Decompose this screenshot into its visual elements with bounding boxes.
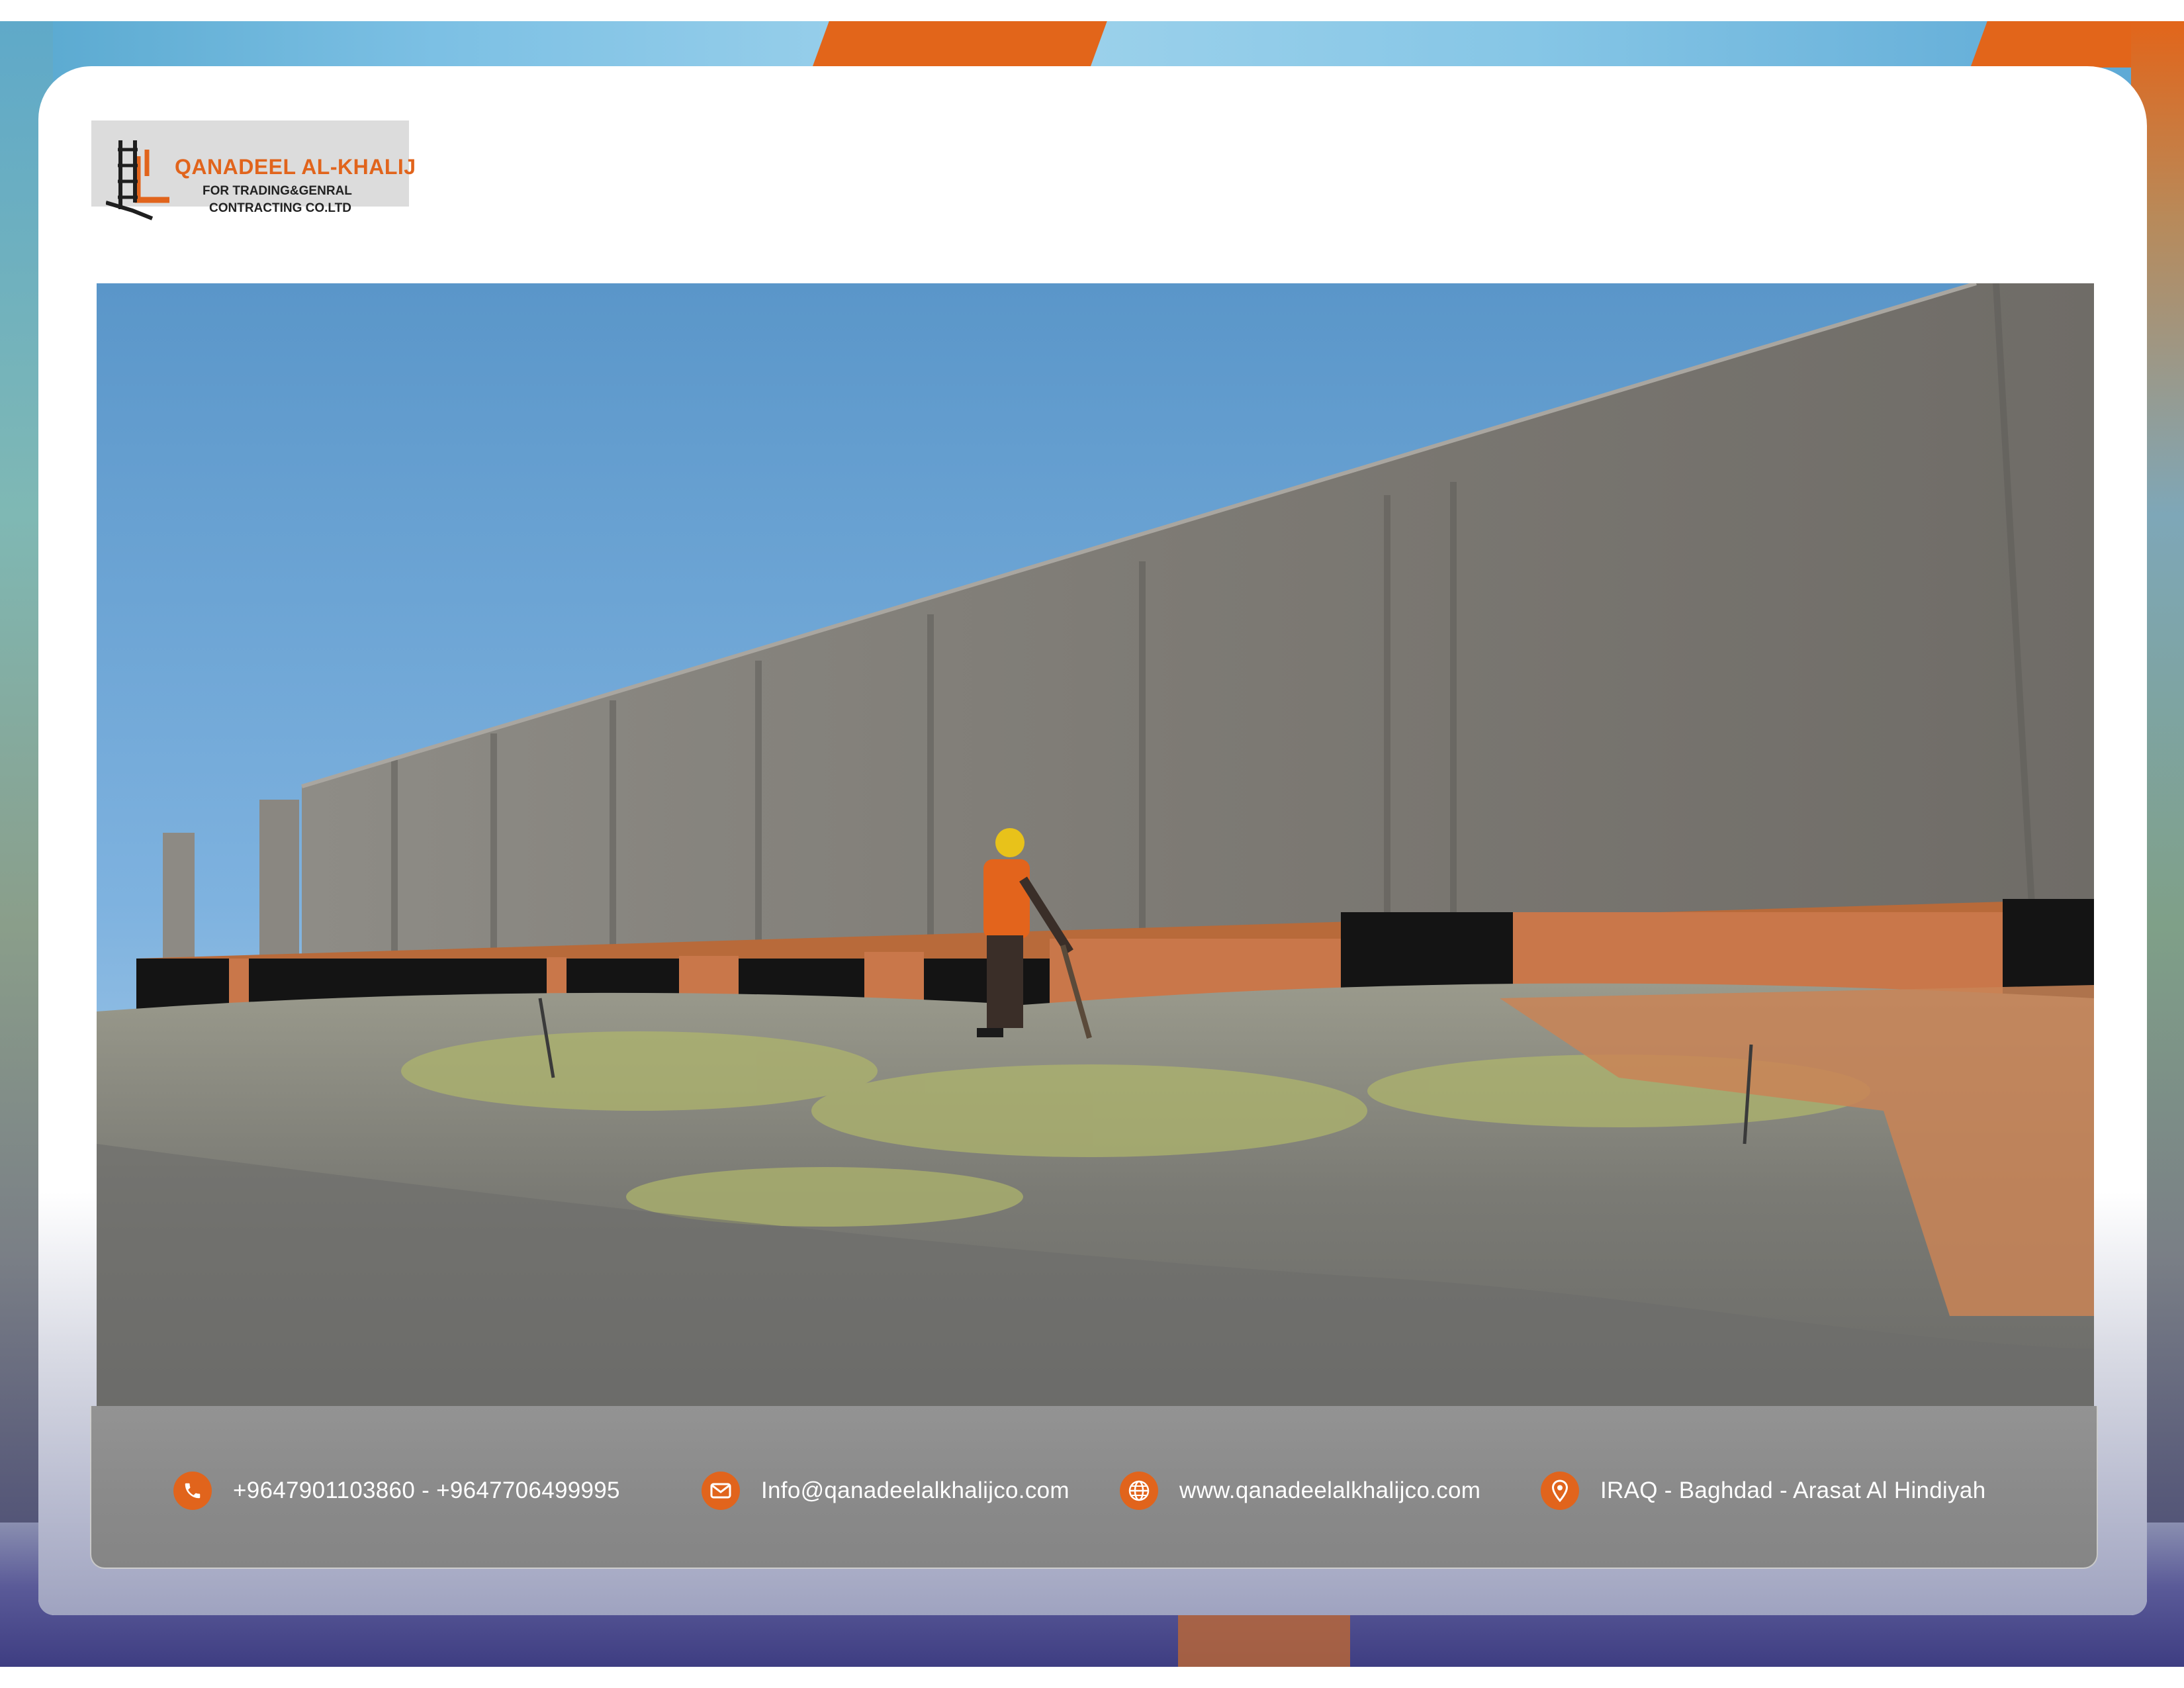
phone-icon	[173, 1472, 212, 1510]
logo-subtitle-line1: FOR TRADING&GENRAL	[203, 184, 352, 198]
backdrop-orange-shape	[812, 21, 1107, 68]
company-logo: QANADEEL AL-KHALIJ FOR TRADING&GENRAL CO…	[91, 120, 416, 220]
contact-email: Info@qanadeelalkhalijco.com	[702, 1470, 1069, 1512]
logo-subtitle-line2: CONTRACTING CO.LTD	[209, 201, 351, 215]
email-address[interactable]: Info@qanadeelalkhalijco.com	[761, 1477, 1069, 1504]
website-url[interactable]: www.qanadeelalkhalijco.com	[1179, 1477, 1480, 1504]
contact-bar: +9647901103860 - +9647706499995 Info@qan…	[90, 1406, 2098, 1569]
location-pin-icon	[1541, 1472, 1579, 1510]
globe-icon	[1120, 1472, 1158, 1510]
construction-site-illustration	[97, 283, 2094, 1406]
scaffold-logo-icon	[106, 140, 169, 220]
contact-website: www.qanadeelalkhalijco.com	[1120, 1470, 1480, 1512]
contact-phone: +9647901103860 - +9647706499995	[173, 1470, 620, 1512]
project-photo	[97, 283, 2094, 1406]
backdrop-orange-block	[1178, 1615, 1350, 1667]
backdrop-bottom-strip	[0, 1667, 2184, 1688]
logo-title: QANADEEL AL-KHALIJ	[175, 155, 416, 179]
phone-numbers[interactable]: +9647901103860 - +9647706499995	[233, 1477, 620, 1504]
email-icon	[702, 1472, 740, 1510]
contact-address: IRAQ - Baghdad - Arasat Al Hindiyah	[1541, 1470, 1985, 1512]
backdrop-top-strip	[0, 0, 2184, 21]
address-text: IRAQ - Baghdad - Arasat Al Hindiyah	[1600, 1477, 1986, 1503]
